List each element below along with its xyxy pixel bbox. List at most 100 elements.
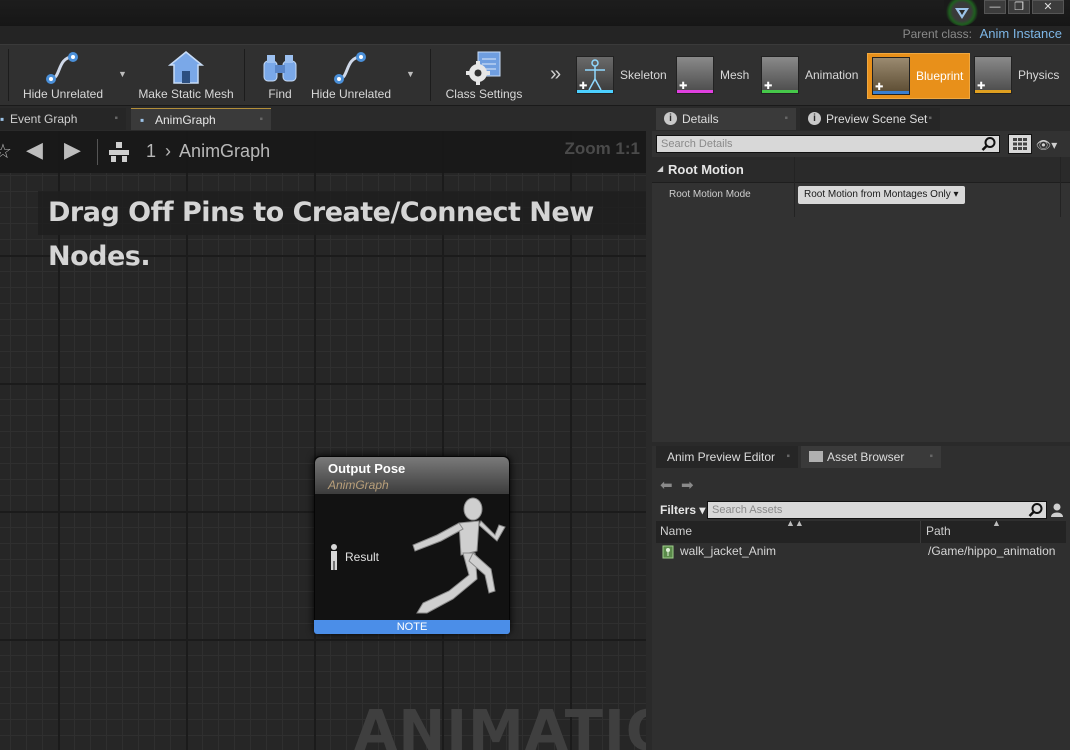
parent-class-label: Parent class: [902, 27, 972, 41]
tab-close-icon[interactable]: ▪ [929, 446, 933, 468]
tab-close-icon[interactable]: ▪ [784, 108, 788, 130]
nav-separator [97, 139, 98, 165]
skeleton-accent-bar [577, 90, 613, 93]
hierarchy-icon[interactable] [108, 141, 130, 163]
tab-anim-graph[interactable]: ▪ AnimGraph ▪ [131, 108, 271, 130]
tab-preview-scene-settings[interactable]: i Preview Scene Set ▪ [800, 108, 940, 130]
breadcrumb: 1 › AnimGraph [146, 141, 270, 162]
asset-browser-panel [652, 446, 1070, 750]
animation-thumbnail: ✚ [761, 56, 799, 94]
favorite-star-icon[interactable]: ☆ [0, 139, 12, 164]
mode-physics[interactable]: ✚ Physics [974, 53, 1059, 97]
property-name: Root Motion Mode [669, 189, 751, 200]
tab-asset-browser-label: Asset Browser [827, 450, 905, 464]
table-row[interactable]: walk_jacket_Anim /Game/hippo_animation [656, 544, 1066, 562]
class-settings-gear-icon [466, 51, 501, 85]
search-icon[interactable] [981, 136, 997, 152]
grid-view-icon [1013, 138, 1027, 150]
mode-animation[interactable]: ✚ Animation [761, 53, 858, 97]
graph-tab-icon: ▪ [140, 113, 145, 127]
hide-unrelated-icon [46, 52, 78, 84]
asset-name: walk_jacket_Anim [680, 544, 777, 558]
user-filter-icon[interactable] [1050, 502, 1064, 518]
tab-anim-preview-label: Anim Preview Editor [667, 450, 776, 464]
tab-anim-preview-editor[interactable]: Anim Preview Editor ▪ [656, 446, 798, 468]
find-button[interactable]: Find [254, 45, 306, 105]
anim-graph-canvas[interactable]: ☆ ◀ ▶ 1 › AnimGraph Zoom 1:1 Drag Off Pi… [0, 131, 646, 750]
chevron-down-icon: ▾ [953, 189, 959, 200]
sort-ascending-icon[interactable]: ▲ [992, 518, 1001, 528]
tab-preview-scene-label: Preview Scene Set [826, 112, 928, 126]
breadcrumb-item[interactable]: AnimGraph [179, 141, 270, 161]
search-icon[interactable] [1028, 502, 1044, 518]
class-settings-label: Class Settings [445, 87, 523, 101]
minimize-button[interactable]: — [984, 0, 1006, 14]
make-static-mesh-button[interactable]: Make Static Mesh [136, 45, 236, 105]
node-note-bar[interactable]: NOTE [314, 620, 510, 634]
parent-class-link[interactable]: Anim Instance [980, 26, 1062, 41]
column-divider [920, 521, 921, 543]
search-details-input[interactable]: Search Details [656, 135, 1000, 153]
search-details-placeholder: Search Details [661, 138, 733, 150]
column-name-header[interactable]: Name [660, 524, 692, 538]
property-matrix-button[interactable] [1008, 134, 1032, 154]
tab-event-graph[interactable]: ▪ Event Graph ▪ [0, 108, 126, 130]
tab-close-icon[interactable]: ▪ [259, 109, 263, 131]
mode-mesh-label: Mesh [720, 68, 750, 82]
hide-unrelated-button[interactable]: Hide Unrelated [14, 45, 112, 105]
tab-asset-browser[interactable]: Asset Browser ▪ [801, 446, 941, 468]
breadcrumb-index[interactable]: 1 [146, 141, 156, 161]
class-settings-button[interactable]: Class Settings [440, 45, 528, 105]
filters-dropdown[interactable]: Filters ▾ [660, 503, 705, 517]
animation-accent-bar [762, 90, 798, 93]
graph-nav-bar: ☆ ◀ ▶ 1 › AnimGraph Zoom 1:1 [0, 131, 646, 173]
close-window-button[interactable]: ✕ [1032, 0, 1064, 14]
find-binoculars-icon [263, 55, 297, 82]
mesh-accent-bar [677, 90, 713, 93]
tab-close-icon[interactable]: ▪ [786, 446, 790, 468]
hide-unrelated-button-2[interactable]: Hide Unrelated [304, 45, 398, 105]
unreal-logo-icon [955, 8, 969, 19]
output-pose-node[interactable]: Output Pose AnimGraph Result NOTE [314, 456, 510, 634]
tab-details-label: Details [682, 112, 719, 126]
column-divider [794, 157, 795, 217]
hide-unrelated-dropdown-icon[interactable]: ▼ [118, 69, 127, 79]
hide-unrelated-dropdown-icon[interactable]: ▼ [406, 69, 415, 79]
mode-blueprint[interactable]: ✚ Blueprint [867, 53, 971, 99]
toolbar-separator [8, 49, 9, 101]
tab-close-icon[interactable]: ▪ [114, 108, 118, 130]
collapse-arrow-icon[interactable]: ◢ [657, 164, 663, 173]
back-arrow-icon[interactable]: ◀ [26, 137, 43, 163]
category-label: Root Motion [668, 162, 744, 177]
tab-details[interactable]: i Details ▪ [656, 108, 796, 130]
toolbar: Hide Unrelated ▼ Make Static Mesh Find H… [0, 44, 1070, 106]
dropdown-value: Root Motion from Montages Only [804, 189, 951, 200]
view-options-eye-icon[interactable]: 👁▾ [1036, 138, 1057, 152]
root-motion-category[interactable]: ◢ Root Motion [652, 157, 1070, 183]
hide-unrelated-label: Hide Unrelated [22, 87, 104, 101]
asset-back-arrow-icon[interactable]: ⬅ [660, 476, 673, 494]
expand-toolbar-icon[interactable]: » [550, 63, 561, 86]
toolbar-separator [430, 49, 431, 101]
blueprint-accent-bar [873, 91, 909, 94]
mode-skeleton[interactable]: ✚ Skeleton [576, 53, 667, 97]
hide-unrelated-icon [334, 52, 366, 84]
root-motion-mode-row: Root Motion Mode Root Motion from Montag… [652, 184, 1070, 208]
column-path-header[interactable]: Path [926, 524, 951, 538]
mode-skeleton-label: Skeleton [620, 68, 667, 82]
root-motion-mode-dropdown[interactable]: Root Motion from Montages Only ▾ [798, 186, 965, 204]
mode-physics-label: Physics [1018, 68, 1060, 82]
asset-forward-arrow-icon[interactable]: ➡ [681, 476, 694, 494]
mesh-thumbnail: ✚ [676, 56, 714, 94]
info-icon: i [664, 112, 677, 125]
animation-asset-icon [662, 545, 674, 559]
make-static-mesh-label: Make Static Mesh [138, 87, 234, 101]
pose-pin-icon[interactable] [327, 543, 341, 571]
maximize-button[interactable]: ❐ [1008, 0, 1030, 14]
hide-unrelated-label: Hide Unrelated [310, 87, 392, 101]
search-assets-input[interactable]: Search Assets [707, 501, 1047, 519]
sort-ascending-icon[interactable]: ▲▲ [786, 518, 804, 528]
mode-mesh[interactable]: ✚ Mesh [676, 53, 749, 97]
tab-close-icon[interactable]: ▪ [928, 108, 932, 130]
forward-arrow-icon[interactable]: ▶ [64, 137, 81, 163]
